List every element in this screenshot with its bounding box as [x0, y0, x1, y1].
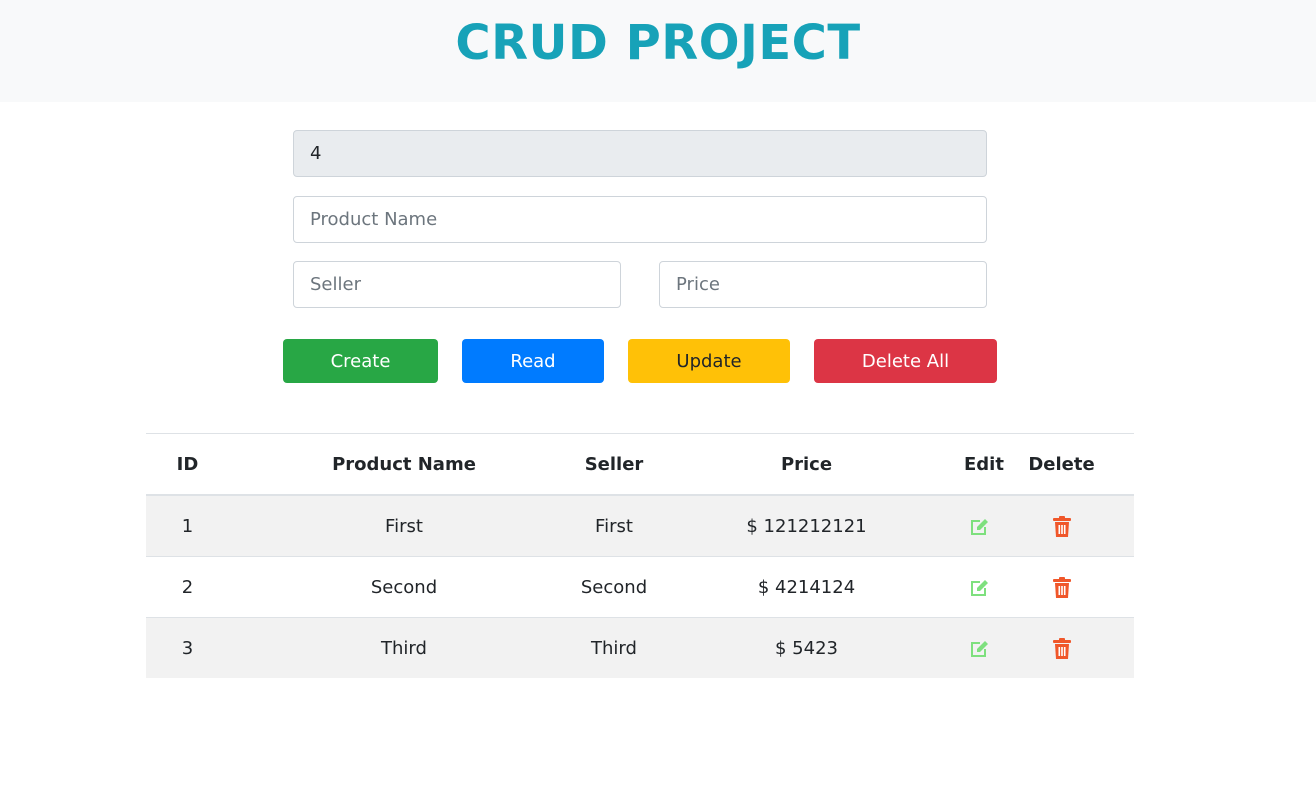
header-id: ID: [146, 433, 229, 496]
products-table-container: ID Product Name Seller Price Edit Delete…: [146, 433, 1134, 678]
header-edit: Edit: [964, 433, 1004, 496]
page-title: CRUD PROJECT: [455, 15, 861, 71]
edit-icon[interactable]: [964, 633, 994, 663]
cell-delete: [989, 494, 1134, 557]
cell-id: 2: [146, 556, 229, 618]
cell-seller: First: [579, 494, 649, 557]
products-table: ID Product Name Seller Price Edit Delete…: [146, 433, 1134, 678]
header-seller: Seller: [579, 433, 649, 496]
cell-edit: [964, 556, 989, 618]
cell-price: $ 121212121: [649, 494, 964, 557]
edit-icon[interactable]: [964, 511, 994, 541]
table-header-row: ID Product Name Seller Price Edit Delete: [146, 433, 1134, 496]
update-button[interactable]: Update: [628, 339, 790, 383]
cell-price: $ 5423: [649, 617, 964, 678]
trash-icon[interactable]: [1047, 572, 1077, 602]
header-price: Price: [649, 433, 964, 496]
trash-icon[interactable]: [1047, 511, 1077, 541]
cell-product-name: Third: [229, 617, 579, 678]
cell-id: 1: [146, 494, 229, 557]
cell-delete: [989, 556, 1134, 618]
cell-seller: Third: [579, 617, 649, 678]
table-row: 2 Second Second $ 4214124: [146, 556, 1134, 618]
cell-edit: [964, 617, 989, 678]
trash-icon[interactable]: [1047, 633, 1077, 663]
table-row: 3 Third Third $ 5423: [146, 617, 1134, 678]
edit-icon[interactable]: [964, 572, 994, 602]
header-delete: Delete: [989, 433, 1134, 496]
product-name-input[interactable]: [293, 196, 987, 243]
price-input[interactable]: [659, 261, 987, 308]
cell-product-name: First: [229, 494, 579, 557]
cell-product-name: Second: [229, 556, 579, 618]
cell-price: $ 4214124: [649, 556, 964, 618]
header-product-name: Product Name: [229, 433, 579, 496]
cell-id: 3: [146, 617, 229, 678]
read-button[interactable]: Read: [462, 339, 604, 383]
delete-all-button[interactable]: Delete All: [814, 339, 997, 383]
page-header: CRUD PROJECT: [0, 0, 1316, 102]
product-form: Create Read Update Delete All: [0, 102, 1316, 432]
seller-input[interactable]: [293, 261, 621, 308]
cell-edit: [964, 494, 989, 557]
table-row: 1 First First $ 121212121: [146, 494, 1134, 557]
cell-delete: [989, 617, 1134, 678]
cell-seller: Second: [579, 556, 649, 618]
id-field[interactable]: [293, 130, 987, 177]
create-button[interactable]: Create: [283, 339, 438, 383]
